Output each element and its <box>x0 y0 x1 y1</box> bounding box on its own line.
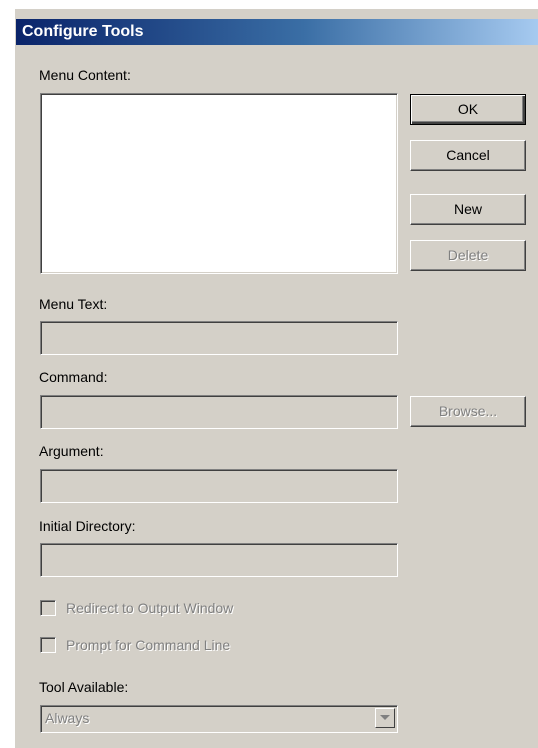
argument-label: Argument: <box>39 443 104 459</box>
redirect-output-label: Redirect to Output Window <box>66 600 234 616</box>
dialog-title: Configure Tools <box>22 23 144 40</box>
delete-button[interactable]: Delete <box>410 240 526 271</box>
new-button[interactable]: New <box>410 194 526 225</box>
argument-field[interactable] <box>40 469 398 503</box>
redirect-output-checkbox[interactable] <box>40 600 56 616</box>
tool-available-value: Always <box>45 710 90 726</box>
menu-text-label: Menu Text: <box>39 296 108 312</box>
browse-button[interactable]: Browse... <box>410 396 526 427</box>
prompt-command-line-checkbox[interactable] <box>40 637 56 653</box>
menu-content-listbox[interactable] <box>40 93 398 274</box>
prompt-command-line-label: Prompt for Command Line <box>66 637 231 653</box>
tool-available-label: Tool Available: <box>39 679 129 695</box>
chevron-down-icon <box>380 715 390 720</box>
tool-available-select[interactable]: Always <box>40 705 398 733</box>
ok-button[interactable]: OK <box>410 94 526 125</box>
menu-text-field[interactable] <box>40 321 398 355</box>
dialog-title-bar[interactable]: Configure Tools <box>16 19 538 45</box>
command-label: Command: <box>39 369 108 385</box>
tool-available-dropdown-button[interactable] <box>375 708 395 728</box>
command-field[interactable] <box>40 395 398 429</box>
cancel-button[interactable]: Cancel <box>410 140 526 171</box>
menu-content-label: Menu Content: <box>39 67 131 83</box>
initial-directory-label: Initial Directory: <box>39 518 136 534</box>
initial-directory-field[interactable] <box>40 543 398 577</box>
